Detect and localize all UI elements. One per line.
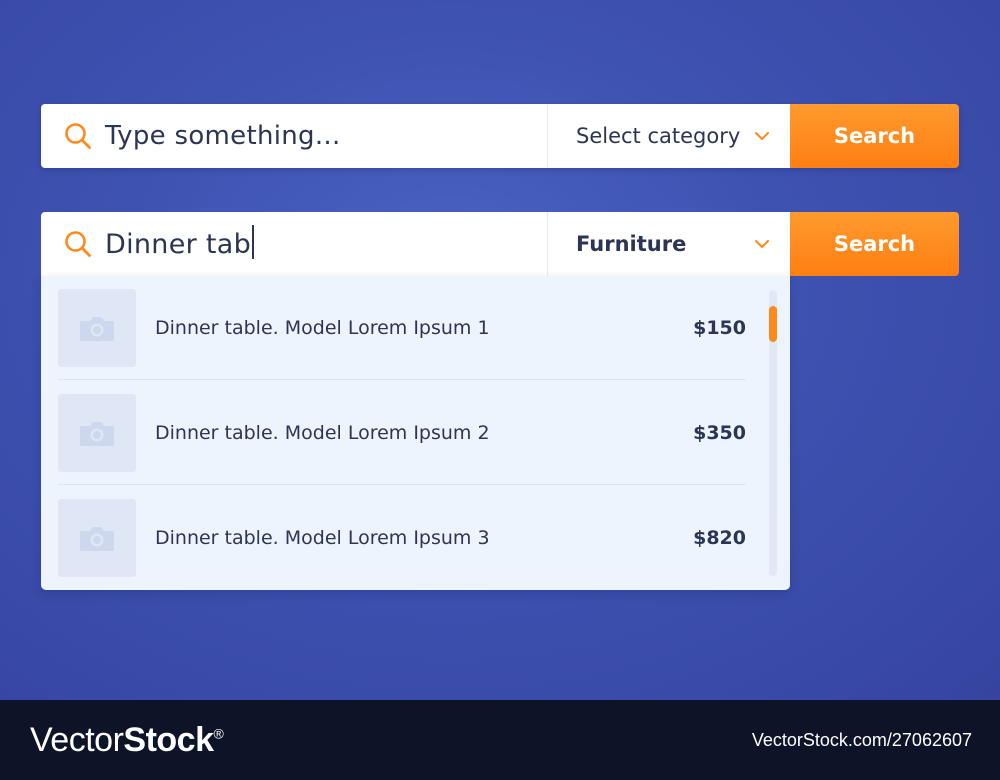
result-item-name: Dinner table. Model Lorem Ipsum 2 [155, 422, 490, 444]
scrollbar-track[interactable] [769, 290, 777, 576]
divider [58, 484, 746, 485]
result-item-price: $820 [693, 527, 746, 549]
result-item[interactable]: Dinner table. Model Lorem Ipsum 3 $820 [58, 499, 746, 577]
watermark-footer: VectorStock® VectorStock.com/27062607 [0, 700, 1000, 780]
chevron-down-icon [755, 132, 769, 140]
divider [58, 379, 746, 380]
search-query-text: Dinner tab [105, 228, 252, 260]
category-select-active[interactable]: Furniture [548, 212, 790, 276]
category-select-label: Select category [576, 124, 741, 148]
search-button-empty[interactable]: Search [790, 104, 959, 168]
search-results-dropdown: Dinner table. Model Lorem Ipsum 1 $150 D… [41, 276, 790, 590]
image-id-text: VectorStock.com/27062607 [751, 729, 972, 750]
search-icon [65, 231, 91, 257]
result-item-price: $150 [693, 317, 746, 339]
search-bar-active: Dinner tab Furniture Search [41, 212, 959, 276]
category-select-empty[interactable]: Select category [548, 104, 790, 168]
chevron-down-icon [755, 240, 769, 248]
scrollbar-thumb[interactable] [769, 306, 777, 342]
vectorstock-logo: VectorStock® [30, 720, 224, 760]
camera-icon [80, 317, 114, 341]
logo-regular-text: Vector [30, 720, 124, 759]
category-select-value: Furniture [576, 232, 687, 256]
camera-icon [80, 527, 114, 551]
search-placeholder: Type something... [105, 121, 341, 151]
product-thumbnail [58, 394, 136, 472]
result-item-name: Dinner table. Model Lorem Ipsum 1 [155, 317, 490, 339]
search-bar-empty: Type something... Select category Search [41, 104, 959, 168]
product-thumbnail [58, 499, 136, 577]
result-item-price: $350 [693, 422, 746, 444]
result-item-name: Dinner table. Model Lorem Ipsum 3 [155, 527, 490, 549]
product-thumbnail [58, 289, 136, 367]
search-icon [65, 123, 91, 149]
logo-bold-text: Stock [123, 720, 214, 759]
canvas-background: Type something... Select category Search… [0, 0, 1000, 700]
search-input-active[interactable]: Dinner tab [41, 212, 548, 276]
text-caret [252, 225, 255, 259]
camera-icon [80, 422, 114, 446]
search-input-empty[interactable]: Type something... [41, 104, 548, 168]
search-button-active[interactable]: Search [790, 212, 959, 276]
result-item[interactable]: Dinner table. Model Lorem Ipsum 1 $150 [58, 289, 746, 367]
registered-mark: ® [213, 725, 224, 742]
result-item[interactable]: Dinner table. Model Lorem Ipsum 2 $350 [58, 394, 746, 472]
